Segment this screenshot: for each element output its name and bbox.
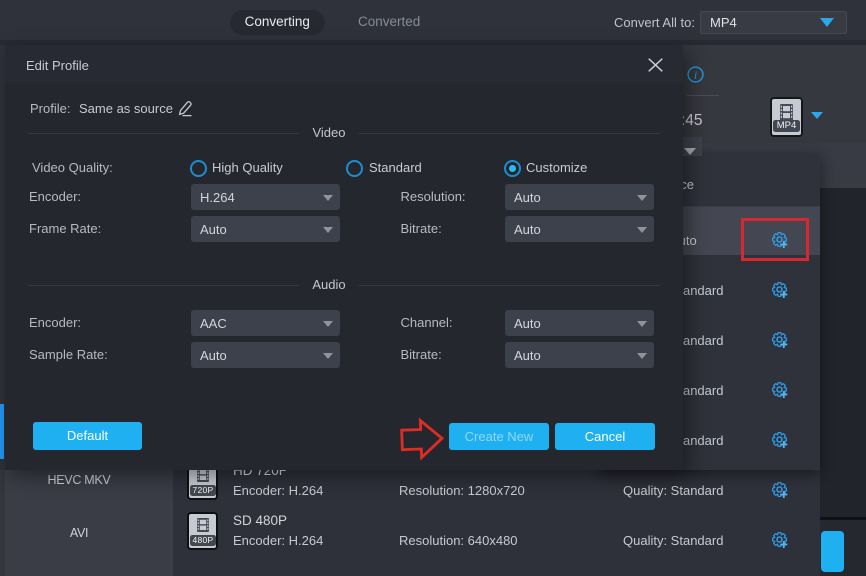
svg-text:i: i — [694, 68, 697, 82]
